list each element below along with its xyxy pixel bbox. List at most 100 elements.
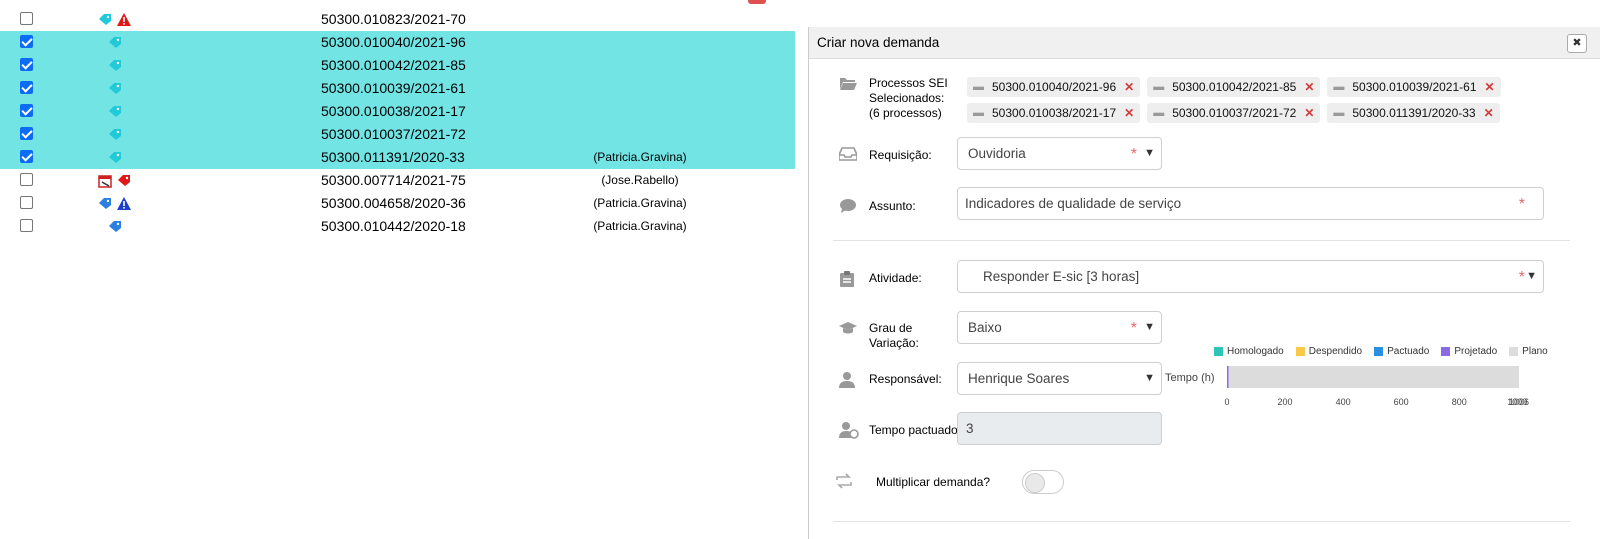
table-row[interactable]: 50300.011391/2020-33 (Patricia.Gravina) (0, 146, 795, 169)
requisicao-select[interactable]: Ouvidoria * ▼ (957, 137, 1162, 170)
remove-icon[interactable]: ✕ (1124, 106, 1134, 120)
tag-cyan-icon[interactable] (108, 36, 122, 48)
x-tick-label: 600 (1394, 397, 1409, 407)
dialog-title: Criar nova demanda (817, 35, 940, 50)
row-checkbox[interactable] (20, 58, 33, 71)
tempo-pactuado-input[interactable]: 3 (957, 412, 1162, 445)
row-icons (108, 102, 122, 120)
grau-value: Baixo (968, 320, 1002, 335)
folder-open-icon (839, 75, 857, 93)
table-row[interactable]: 50300.010039/2021-61 (0, 77, 795, 100)
process-chip-label: 50300.010042/2021-85 (1172, 80, 1297, 94)
process-number[interactable]: 50300.010039/2021-61 (321, 77, 466, 99)
process-number[interactable]: 50300.010038/2021-17 (321, 100, 466, 122)
legend-item[interactable]: Homologado (1214, 346, 1284, 357)
legend-item[interactable]: Projetado (1441, 346, 1497, 357)
process-table: 50300.010823/2021-70 50300.010040/2021-96… (0, 8, 795, 238)
warning-blue-icon[interactable] (116, 196, 132, 211)
dialog-header: Criar nova demanda ✖ (809, 27, 1600, 59)
required-icon: * (1130, 146, 1137, 163)
process-number[interactable]: 50300.004658/2020-36 (321, 192, 466, 214)
tag-red-icon[interactable] (117, 174, 131, 186)
remove-icon[interactable]: ✕ (1124, 80, 1134, 94)
row-icons (98, 10, 132, 28)
process-number[interactable]: 50300.011391/2020-33 (321, 146, 465, 168)
row-icons (98, 171, 131, 189)
row-icons (98, 194, 132, 212)
row-checkbox[interactable] (20, 127, 33, 140)
row-checkbox[interactable] (20, 12, 33, 25)
table-row[interactable]: 50300.010037/2021-72 (0, 123, 795, 146)
legend-label: Despendido (1308, 346, 1363, 357)
legend-item[interactable]: Pactuado (1374, 346, 1429, 357)
legend-item[interactable]: Despendido (1295, 346, 1363, 357)
atividade-value: Responder E-sic [3 horas] (983, 269, 1140, 284)
grau-label: Grau de Variação: (869, 321, 919, 351)
assunto-input[interactable]: Indicadores de qualidade de serviço * (957, 187, 1544, 220)
process-number[interactable]: 50300.010037/2021-72 (321, 123, 466, 145)
multiplicar-toggle[interactable] (1022, 470, 1064, 494)
tag-cyan-icon[interactable] (108, 151, 122, 163)
process-number[interactable]: 50300.010042/2021-85 (321, 54, 466, 76)
required-icon: * (1518, 269, 1525, 286)
remove-icon[interactable]: ✕ (1304, 80, 1314, 94)
table-row[interactable]: 50300.010823/2021-70 (0, 8, 795, 31)
row-icons (108, 217, 122, 235)
process-number[interactable]: 50300.010823/2021-70 (321, 8, 466, 30)
row-checkbox[interactable] (20, 104, 33, 117)
row-checkbox[interactable] (20, 35, 33, 48)
assigned-user: (Jose.Rabello) (601, 173, 679, 187)
bar-plano (1227, 366, 1519, 388)
calendar-icon[interactable] (98, 173, 113, 188)
process-chip-label: 50300.010037/2021-72 (1172, 106, 1297, 120)
atividade-select[interactable]: Responder E-sic [3 horas] * ▼ (957, 260, 1544, 293)
responsavel-value: Henrique Soares (968, 371, 1070, 386)
table-row[interactable]: 50300.010442/2020-18 (Patricia.Gravina) (0, 215, 795, 238)
chart-legend: Homologado Despendido Pactuado Projetado Pla… (1214, 346, 1548, 357)
tag-cyan-icon[interactable] (108, 105, 122, 117)
close-icon[interactable]: ✖ (1567, 34, 1587, 53)
atividade-label: Atividade: (869, 271, 922, 285)
multiplicar-label: Multiplicar demanda? (876, 475, 991, 489)
process-number[interactable]: 50300.010442/2020-18 (321, 215, 466, 237)
responsavel-select[interactable]: Henrique Soares ▼ (957, 362, 1162, 395)
tag-cyan-icon[interactable] (108, 82, 122, 94)
row-icons (108, 148, 122, 166)
chart-category-label: Tempo (h) (1165, 372, 1215, 384)
grau-label-line1: Grau de (869, 321, 913, 335)
remove-icon[interactable]: ✕ (1304, 106, 1314, 120)
chevron-down-icon: ▼ (1144, 372, 1155, 384)
grau-select[interactable]: Baixo * ▼ (957, 311, 1162, 344)
row-checkbox[interactable] (20, 219, 33, 232)
legend-swatch (1441, 347, 1451, 356)
legend-item[interactable]: Plano (1509, 346, 1548, 357)
table-row[interactable]: 50300.007714/2021-75 (Jose.Rabello) (0, 169, 795, 192)
row-checkbox[interactable] (20, 81, 33, 94)
divider (833, 521, 1570, 522)
tag-blue-icon[interactable] (98, 197, 112, 209)
processos-label: Processos SEI Selecionados: (6 processos… (869, 76, 948, 121)
table-row[interactable]: 50300.010042/2021-85 (0, 54, 795, 77)
table-row[interactable]: 50300.010038/2021-17 (0, 100, 795, 123)
process-number[interactable]: 50300.007714/2021-75 (321, 169, 466, 191)
table-row[interactable]: 50300.004658/2020-36 (Patricia.Gravina) (0, 192, 795, 215)
legend-swatch (1295, 347, 1305, 356)
remove-icon[interactable]: ✕ (1485, 80, 1495, 94)
top-action-icon[interactable] (748, 0, 766, 4)
row-icons (108, 79, 122, 97)
process-chip: ▬ 50300.010042/2021-85 ✕ (1147, 77, 1321, 97)
tag-cyan-icon[interactable] (108, 128, 122, 140)
folder-icon: ▬ (1153, 81, 1165, 93)
comment-icon (839, 198, 857, 216)
table-row[interactable]: 50300.010040/2021-96 (0, 31, 795, 54)
remove-icon[interactable]: ✕ (1484, 106, 1494, 120)
tag-cyan-icon[interactable] (98, 13, 112, 25)
row-checkbox[interactable] (20, 173, 33, 186)
tag-cyan-icon[interactable] (108, 59, 122, 71)
folder-icon: ▬ (1333, 81, 1345, 93)
process-number[interactable]: 50300.010040/2021-96 (321, 31, 466, 53)
row-checkbox[interactable] (20, 196, 33, 209)
row-checkbox[interactable] (20, 150, 33, 163)
warning-red-icon[interactable] (116, 12, 132, 27)
tag-blue-icon[interactable] (108, 220, 122, 232)
